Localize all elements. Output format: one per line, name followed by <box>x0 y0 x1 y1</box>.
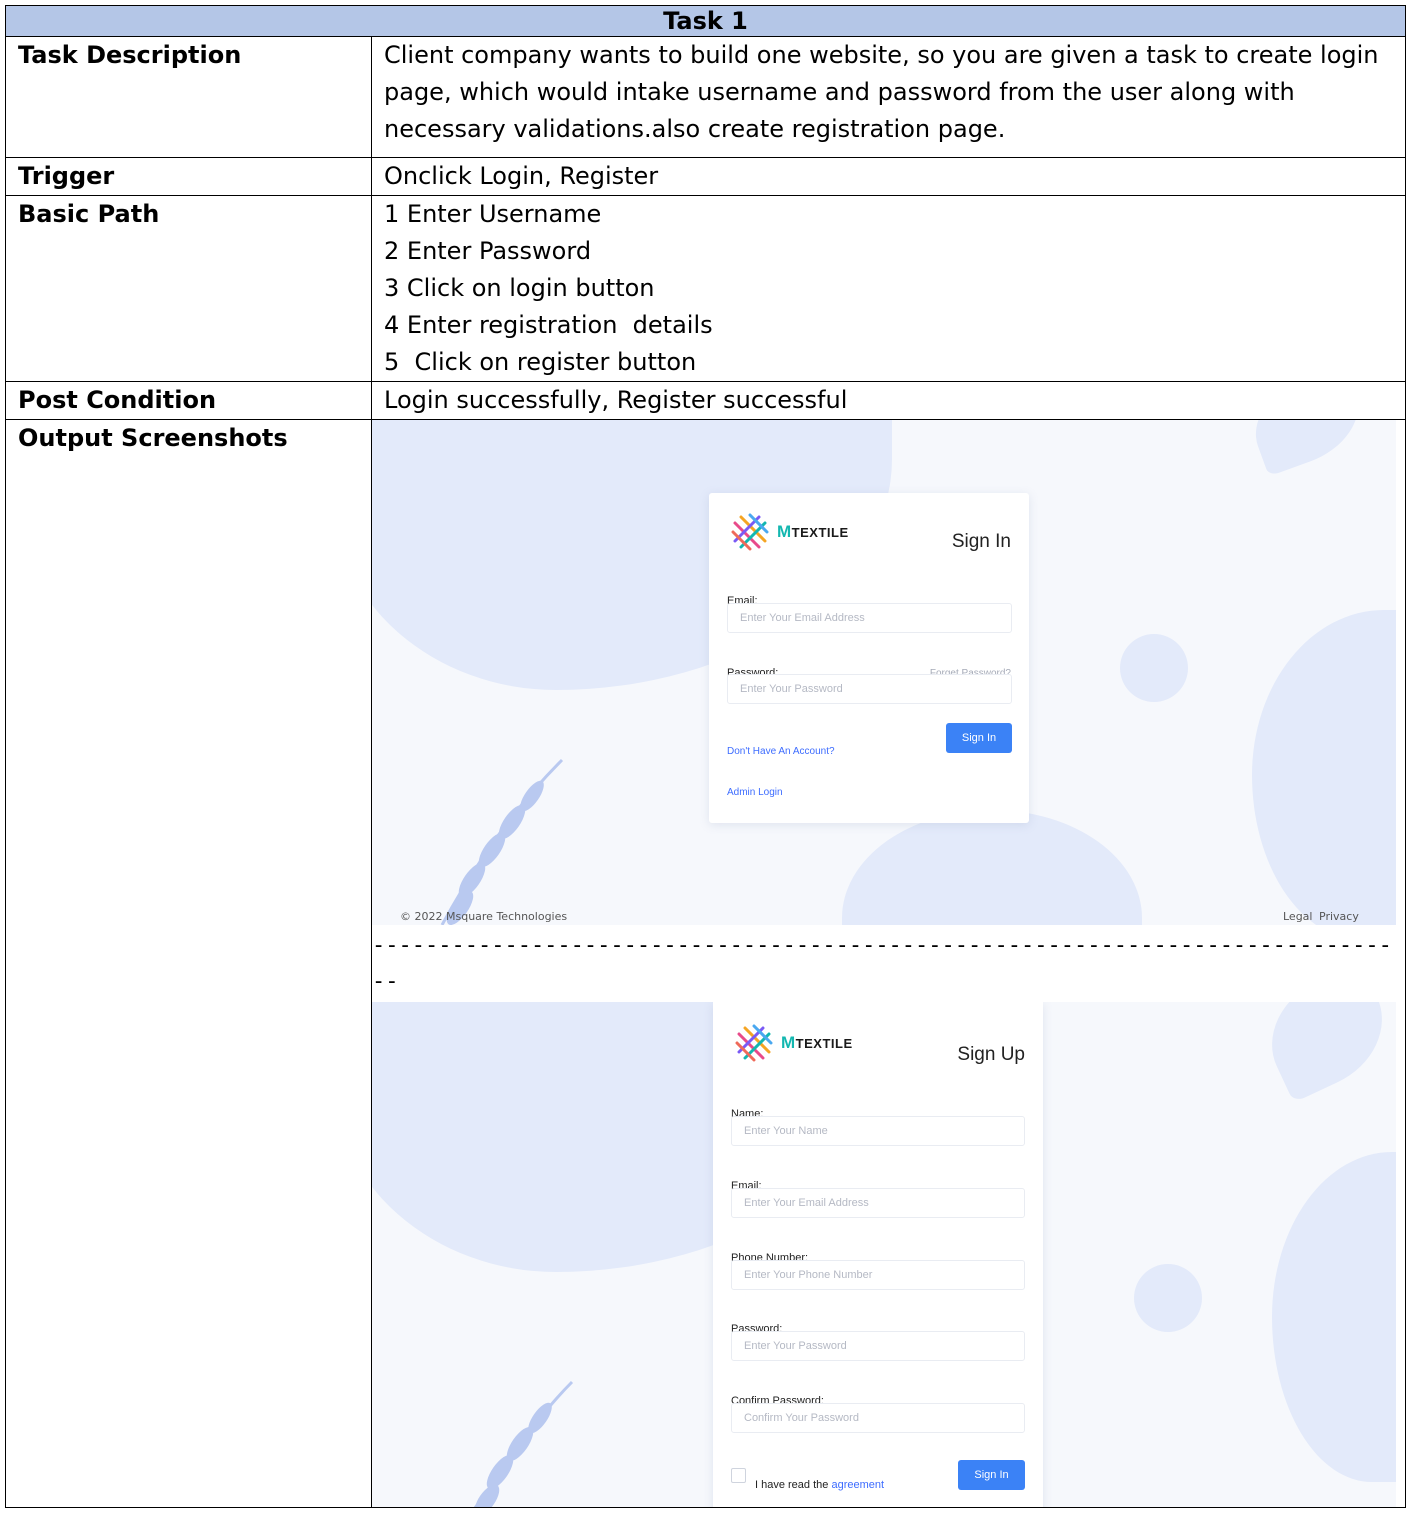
task-description-text: Client company wants to build one websit… <box>371 36 1406 158</box>
basic-path-step: 1 Enter Username <box>384 200 602 228</box>
basic-path-step: 5 Click on register button <box>384 348 697 376</box>
post-condition-text: Login successfully, Register successful <box>371 381 1406 420</box>
password-input[interactable]: Enter Your Password <box>727 674 1012 704</box>
row-label-output: Output Screenshots <box>5 419 372 1508</box>
background-blob <box>1272 1152 1396 1482</box>
brand-name: MTEXTILE <box>777 522 849 541</box>
copyright-text: © 2022 Msquare Technologies <box>400 910 568 923</box>
register-link[interactable]: Don't Have An Account? <box>727 733 835 770</box>
brand-name: MTEXTILE <box>781 1033 853 1052</box>
privacy-link[interactable]: Privacy <box>1319 898 1359 925</box>
background-circle <box>1120 634 1188 702</box>
background-circle <box>1134 1264 1202 1332</box>
basic-path-step: 2 Enter Password <box>384 237 592 265</box>
signup-title: Sign Up <box>957 1044 1025 1065</box>
password-input[interactable]: Enter Your Password <box>731 1331 1025 1361</box>
basic-path-step: 4 Enter registration details <box>384 311 713 339</box>
signup-card: MTEXTILE Sign Up Name: Enter Your Name E… <box>713 1002 1043 1507</box>
sign-up-submit-button[interactable]: Sign In <box>958 1460 1025 1490</box>
signin-title: Sign In <box>951 531 1011 552</box>
brand-logo: MTEXTILE <box>735 1024 853 1062</box>
admin-login-link[interactable]: Admin Login <box>727 774 783 811</box>
sign-in-button[interactable]: Sign In <box>946 723 1012 753</box>
agreement-checkbox[interactable] <box>731 1468 746 1483</box>
background-circle <box>555 502 601 548</box>
row-label-post-condition: Post Condition <box>5 381 372 420</box>
background-blob <box>842 810 1142 925</box>
wheat-decoration-icon <box>474 1380 574 1507</box>
basic-path-steps: 1 Enter Username 2 Enter Password 3 Clic… <box>371 195 1406 382</box>
leaf-shape <box>1241 420 1373 477</box>
email-input[interactable]: Enter Your Email Address <box>731 1188 1025 1218</box>
leaf-shape <box>1251 1002 1396 1103</box>
legal-link[interactable]: Legal <box>1283 898 1312 925</box>
background-circle <box>558 1082 606 1130</box>
basic-path-step: 3 Click on login button <box>384 274 655 302</box>
phone-input[interactable]: Enter Your Phone Number <box>731 1260 1025 1290</box>
brand-logo: MTEXTILE <box>731 513 849 551</box>
row-label-description: Task Description <box>5 36 372 158</box>
trigger-text: Onclick Login, Register <box>371 157 1406 196</box>
separator-line: ----------------------------------------… <box>372 933 1393 994</box>
textile-logo-icon <box>731 513 769 551</box>
email-input[interactable]: Enter Your Email Address <box>727 603 1012 633</box>
signin-card: MTEXTILE Sign In Email: Enter Your Email… <box>709 493 1029 823</box>
signup-screenshot: MTEXTILE Sign Up Name: Enter Your Name E… <box>372 1002 1396 1507</box>
name-input[interactable]: Enter Your Name <box>731 1116 1025 1146</box>
table-header: Task 1 <box>5 5 1406 37</box>
row-label-basic-path: Basic Path <box>5 195 372 382</box>
confirm-password-input[interactable]: Confirm Your Password <box>731 1403 1025 1433</box>
output-screenshots-cell: MTEXTILE Sign In Email: Enter Your Email… <box>371 419 1406 1508</box>
agreement-text: I have read the agreement <box>755 1479 885 1491</box>
background-blob <box>1252 610 1396 925</box>
task-table: Task 1 Task Description Client company w… <box>5 5 1406 1508</box>
agreement-link[interactable]: agreement <box>831 1479 884 1491</box>
textile-logo-icon <box>735 1024 773 1062</box>
signin-screenshot: MTEXTILE Sign In Email: Enter Your Email… <box>372 420 1396 925</box>
row-label-trigger: Trigger <box>5 157 372 196</box>
